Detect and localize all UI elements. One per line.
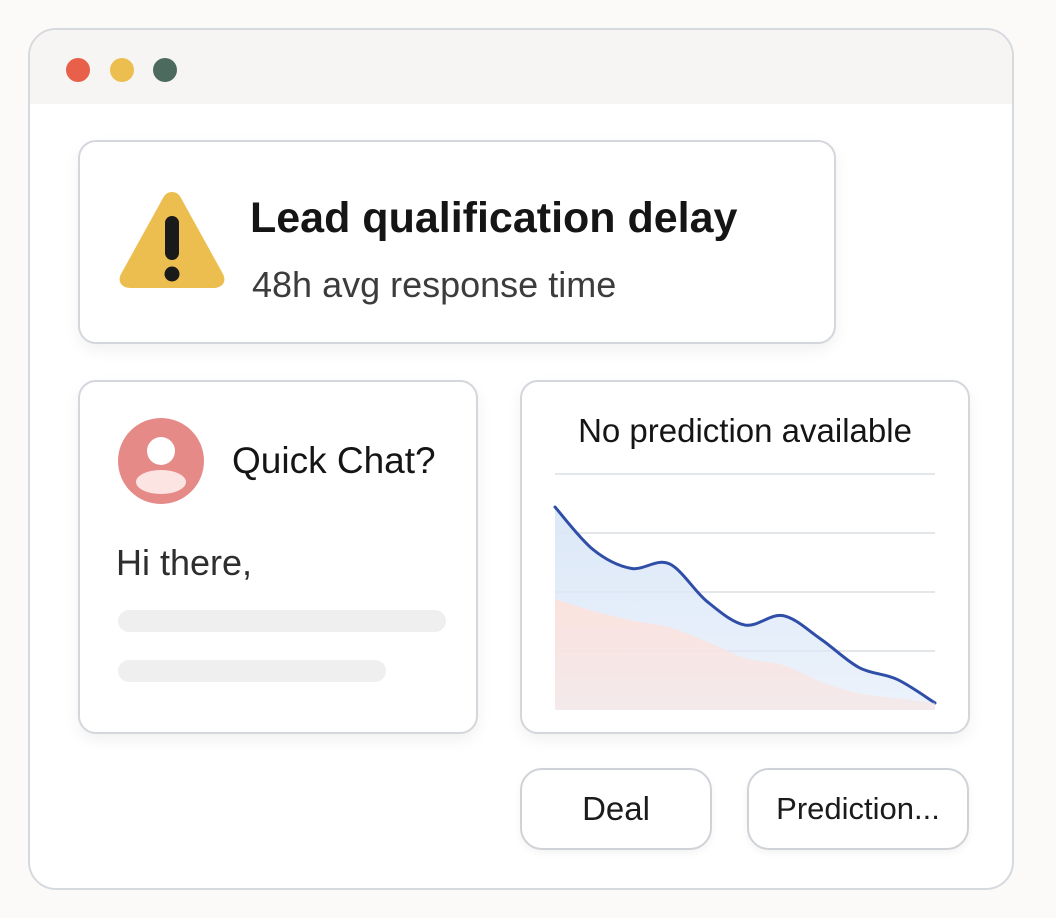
chat-title: Quick Chat? [232,440,436,481]
close-window-button[interactable] [66,58,90,82]
quick-chat-card[interactable]: Quick Chat? Hi there, [78,380,478,734]
placeholder-line [118,660,386,682]
chat-message: Hi there, [116,542,253,583]
warning-icon [119,192,225,288]
maximize-window-button[interactable] [153,58,177,82]
alert-title: Lead qualification delay [250,194,738,242]
user-avatar-icon [118,418,204,504]
alert-card: Lead qualification delay 48h avg respons… [78,140,836,344]
app-window: Lead qualification delay 48h avg respons… [28,28,1014,890]
prediction-chart-card: No prediction available [520,380,970,734]
title-bar [30,30,1012,104]
alert-subtitle: 48h avg response time [252,264,617,305]
deal-button[interactable]: Deal [520,768,712,850]
placeholder-line [118,610,446,632]
prediction-chart [553,473,937,710]
minimize-window-button[interactable] [110,58,134,82]
prediction-button[interactable]: Prediction... [747,768,969,850]
